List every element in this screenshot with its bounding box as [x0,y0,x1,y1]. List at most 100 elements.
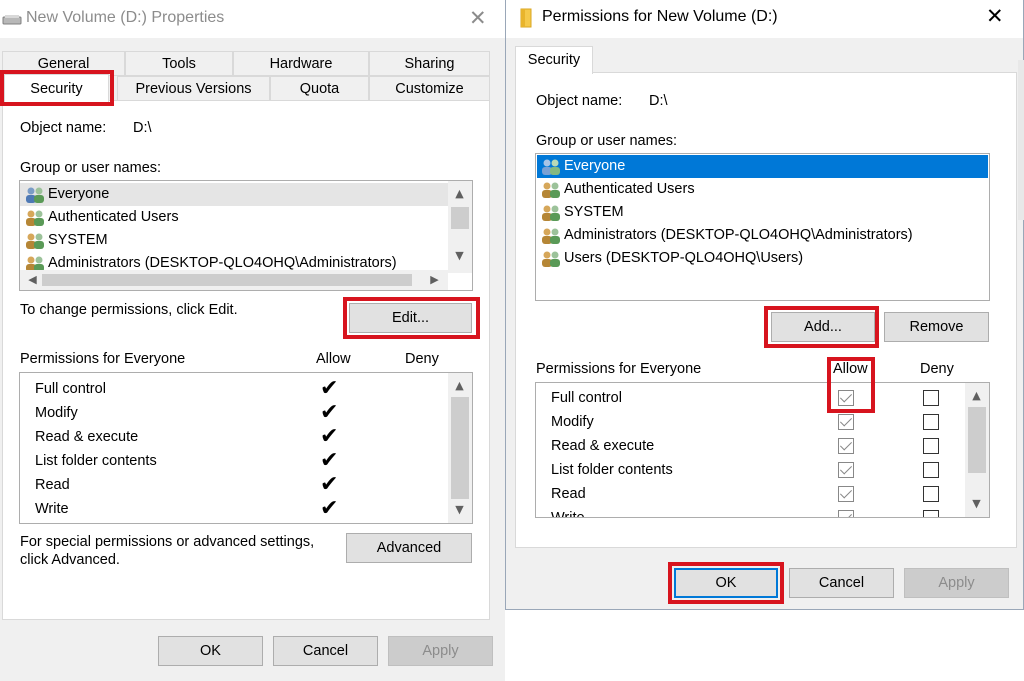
permission-name: List folder contents [551,462,673,478]
scroll-down-icon[interactable]: ▼ [451,503,468,517]
special-permissions-text: For special permissions or advanced sett… [20,534,315,550]
permission-name: Write [35,501,69,517]
deny-checkbox[interactable] [923,462,939,478]
scroll-thumb[interactable] [451,207,469,229]
permission-name: Modify [35,405,78,421]
scroll-left-icon[interactable]: ◀ [24,273,41,287]
permissions-list: Full control Modify Read & execute List … [535,382,990,518]
user-name: Authenticated Users [564,181,695,197]
permission-row: Read [551,482,586,506]
tab-tools[interactable]: Tools [125,51,233,76]
tab-previous-versions[interactable]: Previous Versions [117,76,270,101]
scroll-up-icon[interactable]: ▲ [968,389,985,403]
permissions-vscrollbar[interactable]: ▲ ▼ [448,373,472,523]
user-name: Everyone [48,186,110,202]
cancel-button[interactable]: Cancel [789,568,894,598]
apply-button[interactable]: Apply [388,636,493,666]
permissions-list: Full control Modify Read & execute List … [19,372,473,524]
user-name: SYSTEM [564,204,624,220]
remove-button[interactable]: Remove [884,312,989,342]
permission-name: Read [551,486,586,502]
user-list-vscrollbar[interactable]: ▲ ▼ [448,181,472,273]
permission-name: Modify [551,414,594,430]
permissions-label: Permissions for Everyone [536,361,702,377]
close-icon[interactable]: ✕ [986,4,1004,28]
highlight-box-edit [343,297,480,339]
permission-name: Read & execute [551,438,655,454]
user-group-icon [26,233,44,249]
allow-checkbox[interactable] [838,486,854,502]
allow-checkbox[interactable] [838,462,854,478]
allow-check-icon: ✔ [320,448,339,473]
allow-check-icon: ✔ [320,472,339,497]
scroll-down-icon[interactable]: ▼ [968,497,985,511]
user-name: Authenticated Users [48,209,179,225]
permission-row: Modify [551,410,594,434]
allow-checkbox[interactable] [838,510,854,517]
user-list[interactable]: Everyone Authenticated Users SYSTEM Admi… [535,153,990,301]
permission-name: Read [35,477,70,493]
scroll-thumb[interactable] [451,397,469,499]
user-group-icon [542,182,560,198]
cancel-button[interactable]: Cancel [273,636,378,666]
allow-check-icon: ✔ [320,424,339,449]
list-item[interactable]: Everyone [537,155,988,178]
permission-row: Read & execute [35,425,138,449]
deny-checkbox[interactable] [923,486,939,502]
properties-title: New Volume (D:) Properties [26,9,225,26]
allow-check-icon: ✔ [320,496,339,521]
allow-check-icon: ✔ [320,400,339,425]
deny-checkbox[interactable] [923,510,939,517]
user-list-hscrollbar[interactable]: ◀ ▶ [20,270,448,290]
scroll-up-icon[interactable]: ▲ [451,187,468,201]
properties-window: New Volume (D:) Properties ✕ General Too… [0,0,505,681]
deny-checkbox[interactable] [923,414,939,430]
permission-row: List folder contents [35,449,157,473]
user-name: SYSTEM [48,232,108,248]
scroll-down-icon[interactable]: ▼ [451,249,468,263]
deny-checkbox[interactable] [923,390,939,406]
object-name-label: Object name: [20,120,107,136]
permissions-vscrollbar[interactable]: ▲ ▼ [965,383,989,517]
deny-checkbox[interactable] [923,438,939,454]
permission-name: Write [551,510,585,518]
user-group-icon [26,187,44,203]
tab-sharing[interactable]: Sharing [369,51,490,76]
allow-checkbox[interactable] [838,414,854,430]
hscroll-thumb[interactable] [42,274,412,286]
permission-row: Write [551,506,585,518]
scroll-right-icon[interactable]: ▶ [426,273,443,287]
tab-customize[interactable]: Customize [369,76,490,101]
scroll-up-icon[interactable]: ▲ [451,379,468,393]
user-list[interactable]: Everyone Authenticated Users SYSTEM Admi… [19,180,473,291]
permissions-label: Permissions for Everyone [20,351,186,367]
user-group-icon [542,251,560,267]
deny-header: Deny [920,361,954,377]
scroll-thumb[interactable] [968,407,986,473]
user-name: Administrators (DESKTOP-QLO4OHQ\Administ… [564,227,913,243]
object-name-value: D:\ [133,120,152,136]
ok-button[interactable]: OK [158,636,263,666]
close-icon[interactable]: ✕ [469,6,487,30]
user-group-icon [542,205,560,221]
tab-hardware[interactable]: Hardware [233,51,369,76]
permission-row: Modify [35,401,78,425]
user-group-icon [542,159,560,175]
permissions-title: Permissions for New Volume (D:) [542,8,778,25]
list-item[interactable]: Everyone [20,183,448,206]
permission-name: List folder contents [35,453,157,469]
permission-row: Write [35,497,69,521]
permission-row: Full control [551,386,622,410]
highlight-box-add [764,306,879,348]
allow-checkbox[interactable] [838,438,854,454]
change-permissions-text: To change permissions, click Edit. [20,302,238,318]
tab-quota[interactable]: Quota [270,76,369,101]
desktop-background [1018,60,1024,220]
user-name: Users (DESKTOP-QLO4OHQ\Users) [564,250,804,266]
apply-button[interactable]: Apply [904,568,1009,598]
tab-security[interactable]: Security [515,46,593,74]
allow-header: Allow [316,351,351,367]
permission-row: List folder contents [551,458,673,482]
advanced-button[interactable]: Advanced [346,533,472,563]
group-names-label: Group or user names: [536,133,678,149]
